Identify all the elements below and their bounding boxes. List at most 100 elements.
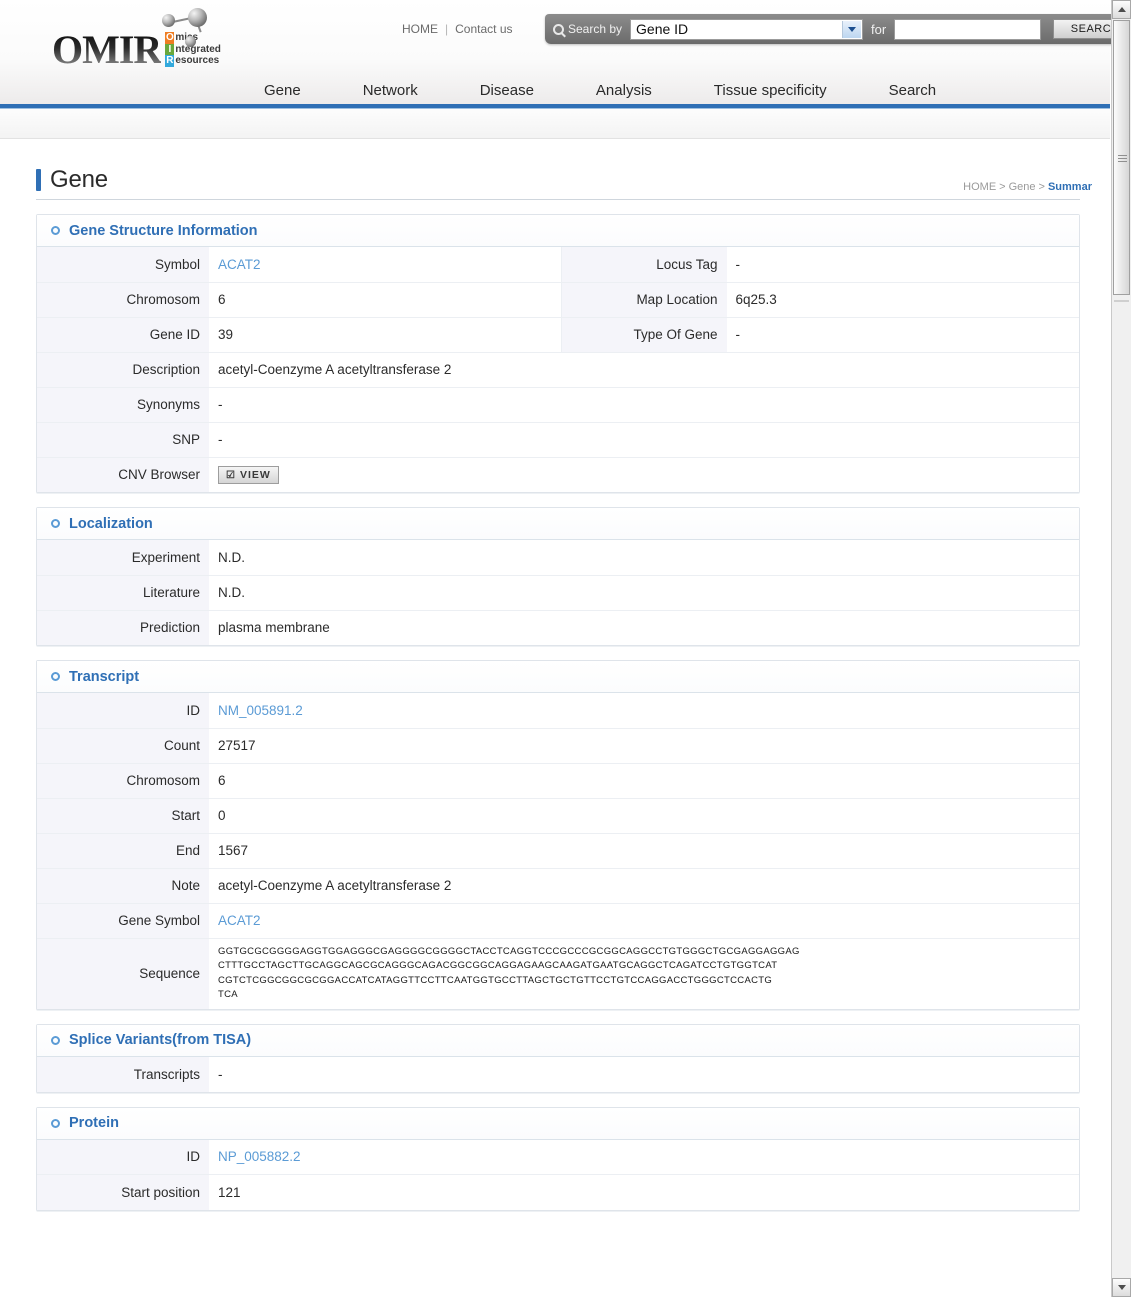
value-protein-id: NP_005882.2 bbox=[209, 1139, 1079, 1175]
table-row: End 1567 bbox=[37, 832, 1079, 868]
main-navigation: Gene Network Disease Analysis Tissue spe… bbox=[0, 67, 1110, 107]
value-note: acetyl-Coenzyme A acetyltransferase 2 bbox=[209, 867, 1079, 903]
transcript-id-link[interactable]: NM_005891.2 bbox=[218, 703, 303, 718]
label-gene-symbol: Gene Symbol bbox=[37, 902, 209, 938]
logo-wordmark: OMIR bbox=[52, 27, 162, 72]
vertical-scrollbar[interactable] bbox=[1111, 0, 1131, 1297]
table-row: Note acetyl-Coenzyme A acetyltransferase… bbox=[37, 867, 1079, 903]
table-row: Synonyms - bbox=[37, 386, 1079, 422]
label-end: End bbox=[37, 832, 209, 868]
breadcrumb-chevron-1: > bbox=[999, 181, 1006, 193]
value-locus-tag: - bbox=[726, 247, 1079, 282]
value-literature: N.D. bbox=[209, 574, 1079, 610]
value-start: 0 bbox=[209, 797, 1079, 833]
bullet-ring-icon bbox=[51, 1035, 60, 1045]
value-count: 27517 bbox=[209, 727, 1079, 763]
value-prediction: plasma membrane bbox=[209, 609, 1079, 645]
breadcrumb-home[interactable]: HOME bbox=[963, 181, 996, 193]
table-row: Gene ID 39 Type Of Gene - bbox=[37, 316, 1079, 352]
title-accent-bar bbox=[36, 168, 41, 191]
value-end: 1567 bbox=[209, 832, 1079, 868]
table-row: Literature N.D. bbox=[37, 574, 1079, 610]
value-experiment: N.D. bbox=[209, 540, 1079, 575]
label-literature: Literature bbox=[37, 574, 209, 610]
label-experiment: Experiment bbox=[37, 540, 209, 575]
value-symbol: ACAT2 bbox=[209, 247, 562, 282]
search-input[interactable] bbox=[894, 18, 1042, 40]
dna-sequence-text: GGTGCGCGGGGAGGTGGAGGGCGAGGGGCGGGGCTACCTC… bbox=[218, 945, 800, 1001]
table-row: ID NM_005891.2 bbox=[37, 693, 1079, 728]
table-protein: ID NP_005882.2 Start position 121 bbox=[37, 1139, 1079, 1210]
cnv-view-button[interactable]: ☑ VIEW bbox=[218, 466, 279, 484]
logo-word-resources: esources bbox=[175, 55, 220, 66]
value-sequence: GGTGCGCGGGGAGGTGGAGGGCGAGGGGCGGGGCTACCTC… bbox=[209, 937, 1079, 1009]
table-row: Count 27517 bbox=[37, 727, 1079, 763]
chevron-down-icon[interactable] bbox=[842, 20, 862, 38]
value-synonyms: - bbox=[209, 386, 1079, 422]
value-gene-symbol: ACAT2 bbox=[209, 902, 1079, 938]
panel-localization: Localization Experiment N.D. Literature … bbox=[36, 507, 1080, 646]
search-by-selected-value: Gene ID bbox=[636, 21, 689, 37]
gene-symbol-link[interactable]: ACAT2 bbox=[218, 913, 261, 928]
home-link[interactable]: HOME bbox=[402, 22, 438, 36]
panel-header-splice-variants: Splice Variants(from TISA) bbox=[37, 1024, 1079, 1057]
breadcrumb-gene[interactable]: Gene bbox=[1009, 181, 1036, 193]
panel-gene-structure: Gene Structure Information Symbol ACAT2 … bbox=[36, 214, 1080, 493]
table-row: Start 0 bbox=[37, 797, 1079, 833]
molecule-icon bbox=[160, 8, 220, 54]
label-start-position: Start position bbox=[37, 1174, 209, 1210]
scrollbar-grip-icon bbox=[1118, 155, 1127, 162]
value-transcripts: - bbox=[209, 1056, 1079, 1092]
table-row: CNV Browser ☑ VIEW bbox=[37, 456, 1079, 492]
panel-header-localization: Localization bbox=[37, 508, 1079, 540]
table-row: Chromosom 6 bbox=[37, 762, 1079, 798]
table-row: Description acetyl-Coenzyme A acetyltran… bbox=[37, 351, 1079, 387]
sub-bar bbox=[0, 109, 1110, 139]
panel-header-protein: Protein bbox=[37, 1107, 1079, 1140]
value-start-position: 121 bbox=[209, 1174, 1079, 1210]
scrollbar-thumb[interactable] bbox=[1113, 20, 1130, 295]
browser-window: OMIR Omics Integrated Resources HOME|Con… bbox=[0, 0, 1131, 1297]
label-sequence: Sequence bbox=[37, 937, 209, 1009]
up-arrow-icon bbox=[1117, 7, 1126, 12]
value-transcript-chromosom: 6 bbox=[209, 762, 1079, 798]
symbol-link[interactable]: ACAT2 bbox=[218, 257, 261, 272]
label-map-location: Map Location bbox=[561, 281, 727, 317]
value-transcript-id: NM_005891.2 bbox=[209, 693, 1079, 728]
bullet-ring-icon bbox=[51, 672, 60, 681]
value-snp: - bbox=[209, 421, 1079, 457]
bullet-ring-icon bbox=[51, 519, 60, 528]
down-arrow-icon bbox=[1117, 1285, 1126, 1290]
table-row: Experiment N.D. bbox=[37, 540, 1079, 575]
value-cnv-browser: ☑ VIEW bbox=[209, 456, 1079, 492]
table-row: ID NP_005882.2 bbox=[37, 1139, 1079, 1175]
contact-us-link[interactable]: Contact us bbox=[455, 22, 512, 36]
page-title-row: Gene HOME > Gene > Summar bbox=[36, 160, 1092, 200]
breadcrumb-chevron-2: > bbox=[1038, 181, 1045, 193]
page-title: Gene bbox=[50, 165, 108, 193]
cnv-view-button-label: VIEW bbox=[239, 469, 271, 481]
protein-id-link[interactable]: NP_005882.2 bbox=[218, 1149, 301, 1164]
label-transcript-id: ID bbox=[37, 693, 209, 728]
table-row: Prediction plasma membrane bbox=[37, 609, 1079, 645]
page-content: OMIR Omics Integrated Resources HOME|Con… bbox=[0, 0, 1131, 1297]
panel-title-transcript: Transcript bbox=[69, 668, 140, 685]
search-by-select[interactable]: Gene ID bbox=[630, 18, 864, 40]
breadcrumb: HOME > Gene > Summar bbox=[963, 181, 1092, 193]
scroll-up-button[interactable] bbox=[1112, 0, 1131, 19]
label-snp: SNP bbox=[37, 421, 209, 457]
panel-protein: Protein ID NP_005882.2 Start position 12… bbox=[36, 1106, 1080, 1211]
scroll-down-button[interactable] bbox=[1112, 1278, 1131, 1297]
logo-letter-r: R bbox=[165, 55, 175, 67]
label-count: Count bbox=[37, 727, 209, 763]
value-description: acetyl-Coenzyme A acetyltransferase 2 bbox=[209, 351, 1079, 387]
scrollbar-track-mark bbox=[1114, 300, 1129, 302]
label-chromosom: Chromosom bbox=[37, 281, 209, 317]
panel-title-localization: Localization bbox=[69, 515, 153, 532]
label-gene-id: Gene ID bbox=[37, 316, 209, 352]
table-row: Start position 121 bbox=[37, 1174, 1079, 1210]
search-bar: Search by Gene ID for SEARCH bbox=[545, 14, 1131, 44]
label-protein-id: ID bbox=[37, 1139, 209, 1175]
search-by-label: Search by bbox=[568, 22, 623, 36]
label-start: Start bbox=[37, 797, 209, 833]
